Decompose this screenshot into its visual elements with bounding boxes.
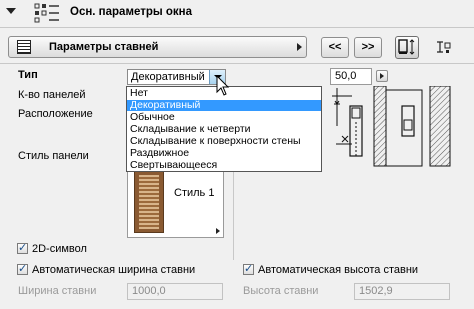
symbol-2d-checkbox[interactable]: [17, 241, 28, 254]
dropdown-option[interactable]: Свертывающееся: [127, 160, 321, 171]
dimension-settings-icon[interactable]: [434, 38, 452, 56]
type-label: Тип: [18, 69, 38, 81]
offset-input[interactable]: 50,0: [330, 68, 372, 85]
offset-options-button[interactable]: [376, 70, 388, 82]
toolbar-divider: [0, 63, 474, 64]
dropdown-option[interactable]: Обычное: [127, 112, 321, 123]
dropdown-option-highlighted[interactable]: Декоративный: [127, 100, 321, 111]
height-label: Высота ставни: [243, 285, 319, 297]
auto-width-checkbox[interactable]: [17, 262, 28, 275]
chevron-right-icon: [216, 228, 220, 234]
panel-style-picker[interactable]: Стиль 1: [127, 166, 224, 238]
mouse-cursor-icon: [216, 75, 230, 96]
panel-style-label: Стиль панели: [18, 150, 89, 162]
panel-selector-title: Параметры ставней: [49, 41, 159, 53]
previous-panel-button[interactable]: <<: [321, 37, 349, 58]
dropdown-option[interactable]: Складывание к четверти: [127, 124, 321, 135]
dropdown-option[interactable]: Раздвижное: [127, 148, 321, 159]
collapse-arrow-icon[interactable]: [6, 8, 16, 14]
panel-count-label: К-во панелей: [18, 89, 86, 101]
dropdown-option[interactable]: Складывание к поверхности стены: [127, 136, 321, 147]
placement-label: Расположение: [18, 108, 93, 120]
preview-toggle-button[interactable]: [395, 36, 419, 59]
height-input[interactable]: 1502,9: [354, 283, 450, 300]
section-title[interactable]: Осн. параметры окна: [70, 6, 192, 18]
auto-height-label: Автоматическая высота ставни: [258, 264, 419, 276]
shutter-section-diagram: [332, 86, 451, 167]
next-panel-button[interactable]: >>: [354, 37, 382, 58]
window-parameters-icon: [34, 3, 59, 23]
header-divider: [0, 27, 474, 28]
width-input[interactable]: 1000,0: [127, 283, 223, 300]
preview-window-icon: [398, 39, 415, 55]
panel-style-name: Стиль 1: [174, 187, 215, 199]
panel-list-icon: [17, 40, 31, 54]
type-dropdown-list[interactable]: Нет Декоративный Обычное Складывание к ч…: [126, 86, 322, 172]
shutter-thumbnail: [134, 171, 164, 233]
type-select[interactable]: Декоративный: [127, 69, 226, 85]
auto-height-checkbox[interactable]: [243, 262, 254, 275]
panel-selector-button[interactable]: Параметры ставней: [8, 36, 307, 58]
auto-width-label: Автоматическая ширина ставни: [32, 264, 196, 276]
chevron-right-icon: [297, 43, 302, 51]
type-select-value: Декоративный: [131, 71, 205, 83]
symbol-2d-label: 2D-символ: [32, 243, 87, 255]
width-label: Ширина ставни: [18, 285, 97, 297]
